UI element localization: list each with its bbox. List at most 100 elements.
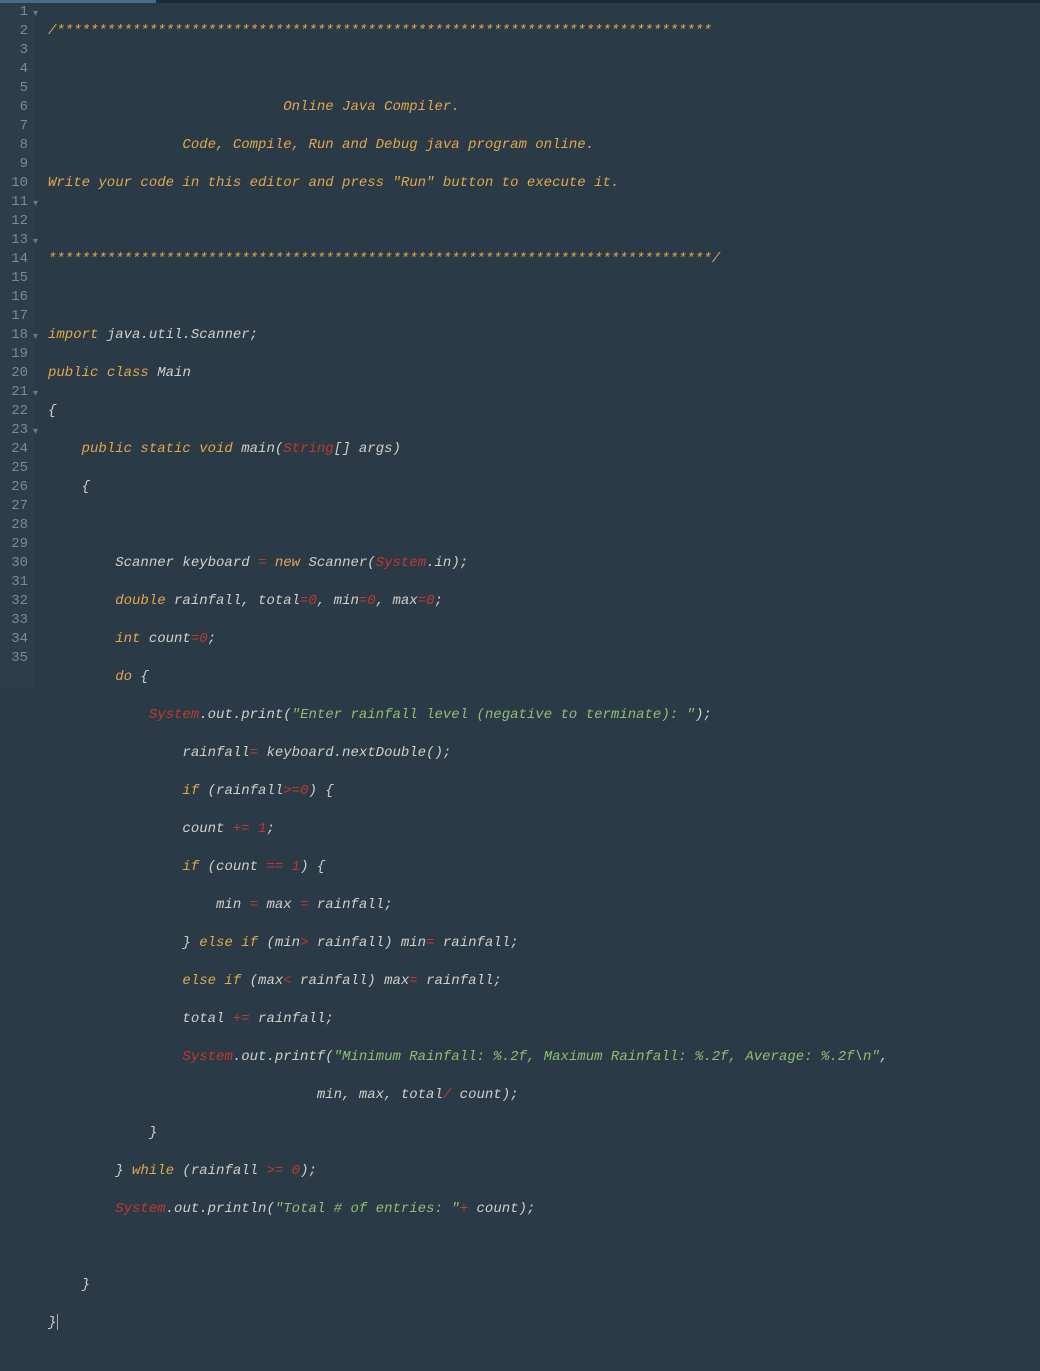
punct-token: {: [132, 669, 149, 685]
line-number-gutter[interactable]: 1 2 3 4 5 6 7 8 9 10 11 12 13 14 15 16 1…: [0, 3, 34, 688]
code-line[interactable]: } while (rainfall >= 0);: [48, 1162, 1040, 1181]
operator-token: ==: [266, 859, 283, 875]
pad-token: [48, 1049, 182, 1065]
code-line[interactable]: [48, 1238, 1040, 1257]
code-text-area[interactable]: /***************************************…: [34, 3, 1040, 688]
string-token: "Minimum Rainfall: %.2f, Maximum Rainfal…: [334, 1049, 880, 1065]
identifier-token: [] args): [334, 441, 401, 457]
code-line[interactable]: [48, 516, 1040, 535]
code-line[interactable]: {: [48, 402, 1040, 421]
line-number[interactable]: 14: [0, 250, 28, 269]
line-number[interactable]: 15: [0, 269, 28, 288]
operator-token: >=: [283, 783, 300, 799]
line-number[interactable]: 29: [0, 535, 28, 554]
line-number[interactable]: 4: [0, 60, 28, 79]
line-number[interactable]: 23: [0, 421, 28, 440]
punct-token: }: [48, 935, 199, 951]
code-line[interactable]: count += 1;: [48, 820, 1040, 839]
punct-token: }: [48, 1315, 56, 1331]
line-number[interactable]: 3: [0, 41, 28, 60]
code-line[interactable]: min = max = rainfall;: [48, 896, 1040, 915]
punct-token: {: [48, 403, 56, 419]
code-line[interactable]: }: [48, 1314, 1040, 1333]
line-number[interactable]: 13: [0, 231, 28, 250]
line-number[interactable]: 28: [0, 516, 28, 535]
punct-token: {: [48, 479, 90, 495]
code-line[interactable]: total += rainfall;: [48, 1010, 1040, 1029]
code-line[interactable]: Online Java Compiler.: [48, 98, 1040, 117]
line-number[interactable]: 21: [0, 383, 28, 402]
line-number[interactable]: 34: [0, 630, 28, 649]
identifier-token: .out.printf(: [233, 1049, 334, 1065]
code-line[interactable]: [48, 212, 1040, 231]
identifier-token: rainfall) min: [308, 935, 426, 951]
line-number[interactable]: 22: [0, 402, 28, 421]
code-line[interactable]: System.out.println("Total # of entries: …: [48, 1200, 1040, 1219]
line-number[interactable]: 26: [0, 478, 28, 497]
line-number[interactable]: 12: [0, 212, 28, 231]
line-number[interactable]: 5: [0, 79, 28, 98]
code-line[interactable]: int count=0;: [48, 630, 1040, 649]
code-line[interactable]: } else if (min> rainfall) min= rainfall;: [48, 934, 1040, 953]
line-number[interactable]: 32: [0, 592, 28, 611]
code-line[interactable]: double rainfall, total=0, min=0, max=0;: [48, 592, 1040, 611]
code-line[interactable]: import java.util.Scanner;: [48, 326, 1040, 345]
line-number[interactable]: 25: [0, 459, 28, 478]
line-number[interactable]: 20: [0, 364, 28, 383]
code-line[interactable]: System.out.printf("Minimum Rainfall: %.2…: [48, 1048, 1040, 1067]
keyword-token: if: [48, 783, 199, 799]
code-line[interactable]: do {: [48, 668, 1040, 687]
line-number[interactable]: 7: [0, 117, 28, 136]
code-line[interactable]: public class Main: [48, 364, 1040, 383]
line-number[interactable]: 19: [0, 345, 28, 364]
line-number[interactable]: 27: [0, 497, 28, 516]
code-line[interactable]: /***************************************…: [48, 22, 1040, 41]
keyword-token: class: [98, 365, 148, 381]
identifier-token: count);: [468, 1201, 535, 1217]
line-number[interactable]: 16: [0, 288, 28, 307]
line-number[interactable]: 2: [0, 22, 28, 41]
line-number[interactable]: 8: [0, 136, 28, 155]
code-line[interactable]: [48, 60, 1040, 79]
line-number[interactable]: 11: [0, 193, 28, 212]
code-line[interactable]: else if (max< rainfall) max= rainfall;: [48, 972, 1040, 991]
pad-token: [48, 973, 182, 989]
code-line[interactable]: Code, Compile, Run and Debug java progra…: [48, 136, 1040, 155]
line-number[interactable]: 31: [0, 573, 28, 592]
blank-token: [48, 517, 115, 533]
code-line[interactable]: if (count == 1) {: [48, 858, 1040, 877]
line-number[interactable]: 18: [0, 326, 28, 345]
system-token: System: [149, 707, 199, 723]
line-number[interactable]: 30: [0, 554, 28, 573]
keyword-token: import: [48, 327, 98, 343]
line-number[interactable]: 1: [0, 3, 28, 22]
code-line[interactable]: if (rainfall>=0) {: [48, 782, 1040, 801]
line-number[interactable]: 6: [0, 98, 28, 117]
line-number[interactable]: 35: [0, 649, 28, 668]
line-number[interactable]: 10: [0, 174, 28, 193]
code-line[interactable]: Write your code in this editor and press…: [48, 174, 1040, 193]
string-token: "Total # of entries: ": [275, 1201, 460, 1217]
code-line[interactable]: ****************************************…: [48, 250, 1040, 269]
code-editor[interactable]: 1 2 3 4 5 6 7 8 9 10 11 12 13 14 15 16 1…: [0, 3, 1040, 688]
punct-token: }: [48, 1163, 132, 1179]
code-line[interactable]: {: [48, 478, 1040, 497]
number-token: 0: [426, 593, 434, 609]
code-line[interactable]: [48, 288, 1040, 307]
classname-token: Main: [149, 365, 191, 381]
pad-token: [48, 707, 149, 723]
punct-token: ) {: [308, 783, 333, 799]
line-number[interactable]: 33: [0, 611, 28, 630]
operator-token: +: [460, 1201, 468, 1217]
code-line[interactable]: public static void main(String[] args): [48, 440, 1040, 459]
code-line[interactable]: }: [48, 1124, 1040, 1143]
code-line[interactable]: Scanner keyboard = new Scanner(System.in…: [48, 554, 1040, 573]
punct-token: ,: [880, 1049, 888, 1065]
line-number[interactable]: 17: [0, 307, 28, 326]
line-number[interactable]: 9: [0, 155, 28, 174]
code-line[interactable]: min, max, total/ count);: [48, 1086, 1040, 1105]
line-number[interactable]: 24: [0, 440, 28, 459]
code-line[interactable]: System.out.print("Enter rainfall level (…: [48, 706, 1040, 725]
code-line[interactable]: }: [48, 1276, 1040, 1295]
code-line[interactable]: rainfall= keyboard.nextDouble();: [48, 744, 1040, 763]
